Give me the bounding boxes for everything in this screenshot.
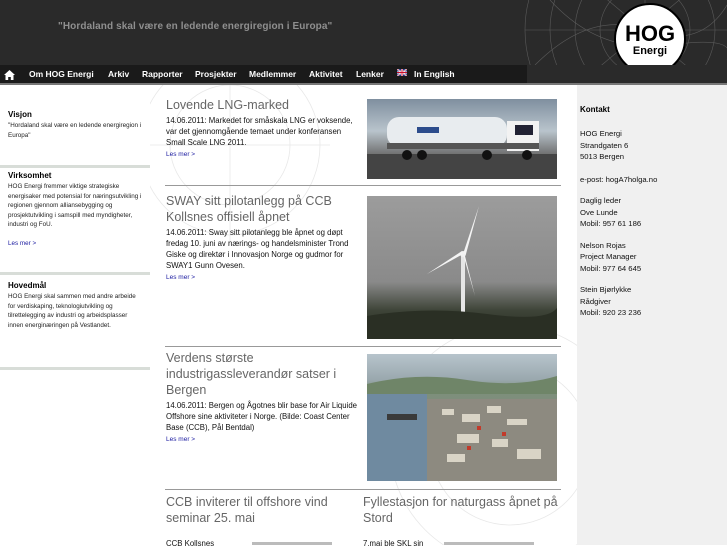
article-read-more-link[interactable]: Les mer >: [166, 436, 364, 443]
uk-flag-icon[interactable]: [397, 69, 407, 76]
nav-item-arkiv[interactable]: Arkiv: [108, 65, 129, 83]
hog-energi-logo[interactable]: HOG Energi: [614, 3, 686, 65]
hovedmal-section: Hovedmål HOG Energi skal sammen med andr…: [0, 281, 150, 330]
nav-item-rapporter[interactable]: Rapporter: [142, 65, 183, 83]
article-read-more-link[interactable]: Les mer >: [166, 274, 361, 281]
sidebar-divider: [0, 367, 150, 370]
article-divider: [165, 346, 561, 347]
hovedmal-text: HOG Energi skal sammen med andre arbeide…: [8, 293, 136, 329]
article-air-liquide: Verdens største industrigassleverandør s…: [166, 350, 364, 443]
nav-item-medlemmer[interactable]: Medlemmer: [249, 65, 296, 83]
nav-item-lenker[interactable]: Lenker: [356, 65, 384, 83]
virksomhet-section: Virksomhet HOG Energi fremmer viktige st…: [0, 171, 150, 247]
contact-email[interactable]: e-post: hogA7holga.no: [580, 174, 657, 186]
article-read-more-link[interactable]: Les mer >: [166, 151, 361, 158]
left-sidebar: Visjon "Hordaland skal være en ledende e…: [0, 85, 150, 545]
person-line: Rådgiver: [580, 296, 611, 306]
article-title[interactable]: Fyllestasjon for naturgass åpnet på Stor…: [363, 494, 561, 526]
virksomhet-read-more-link[interactable]: Les mer >: [8, 240, 142, 247]
visjon-heading: Visjon: [8, 110, 32, 119]
nav-item-aktivitet[interactable]: Aktivitet: [309, 65, 343, 83]
article-summary: 14.06.2011: Bergen og Ågotnes blir base …: [166, 401, 358, 432]
site-header: "Hordaland skal være en ledende energire…: [0, 0, 727, 65]
nav-item-om-hog-energi[interactable]: Om HOG Energi: [29, 65, 94, 83]
contact-org-name: HOG Energi: [580, 129, 622, 138]
person-line: Project Manager: [580, 252, 637, 261]
visjon-section: Visjon "Hordaland skal være en ledende e…: [0, 110, 150, 140]
contact-block: Kontakt HOG Energi Strandgaten 6 5013 Be…: [580, 105, 657, 319]
main-nav: Om HOG Energi Arkiv Rapporter Prosjekter…: [0, 65, 527, 83]
virksomhet-text: HOG Energi fremmer viktige strategiske e…: [8, 183, 142, 228]
person-line: Nelson Rojas: [580, 240, 626, 250]
lng-truck-image[interactable]: [367, 99, 557, 179]
slogan: "Hordaland skal være en ledende energire…: [58, 21, 333, 32]
contact-sidebar: Kontakt HOG Energi Strandgaten 6 5013 Be…: [577, 85, 727, 545]
article-title[interactable]: Lovende LNG-marked: [166, 97, 361, 113]
person-line: Daglig leder: [580, 196, 622, 205]
virksomhet-heading: Virksomhet: [8, 171, 52, 180]
sidebar-divider: [0, 272, 150, 275]
article-divider: [165, 489, 561, 490]
nav-right-filler: [527, 65, 727, 83]
person-line: Mobil: 977 64 645: [580, 263, 642, 273]
visjon-text: "Hordaland skal være en ledende energire…: [8, 122, 142, 139]
hovedmal-heading: Hovedmål: [8, 281, 47, 290]
nav-item-in-english[interactable]: In English: [414, 65, 455, 83]
contact-person: Nelson Rojas Project Manager Mobil: 977 …: [580, 240, 657, 275]
article-summary: 14.06.2011: Sway sitt pilotanlegg ble åp…: [166, 228, 349, 270]
logo-subtext: Energi: [632, 45, 668, 57]
sidebar-divider: [0, 165, 150, 168]
article-title[interactable]: CCB inviterer til offshore vind seminar …: [166, 494, 356, 526]
article-lng: Lovende LNG-marked 14.06.2011: Markedet …: [166, 97, 361, 158]
article-title[interactable]: Verdens største industrigassleverandør s…: [166, 350, 364, 398]
article-fyllestasjon: Fyllestasjon for naturgass åpnet på Stor…: [363, 494, 561, 549]
ccb-base-image[interactable]: [367, 354, 557, 481]
contact-person: Daglig leder Ove Lunde Mobil: 957 61 186: [580, 195, 657, 230]
article-divider: [165, 185, 561, 186]
person-line: Mobil: 920 23 236: [580, 308, 642, 317]
article-title[interactable]: SWAY sitt pilotanlegg på CCB Kollsnes of…: [166, 193, 361, 225]
article-ccb-seminar: CCB inviterer til offshore vind seminar …: [166, 494, 356, 549]
contact-heading: Kontakt: [580, 105, 610, 114]
contact-street: Strandgaten 6: [580, 140, 629, 150]
contact-city: 5013 Bergen: [580, 152, 625, 161]
contact-person: Stein Bjørlykke Rådgiver Mobil: 920 23 2…: [580, 284, 657, 319]
person-line: Mobil: 957 61 186: [580, 219, 642, 228]
article-sway: SWAY sitt pilotanlegg på CCB Kollsnes of…: [166, 193, 361, 281]
nav-item-prosjekter[interactable]: Prosjekter: [195, 65, 237, 83]
person-line: Stein Bjørlykke: [580, 285, 632, 294]
person-line: Ove Lunde: [580, 207, 618, 217]
article-summary: 14.06.2011: Markedet for småskala LNG er…: [166, 116, 353, 147]
wind-turbine-image[interactable]: [367, 196, 557, 339]
logo-text: HOG: [624, 21, 676, 46]
